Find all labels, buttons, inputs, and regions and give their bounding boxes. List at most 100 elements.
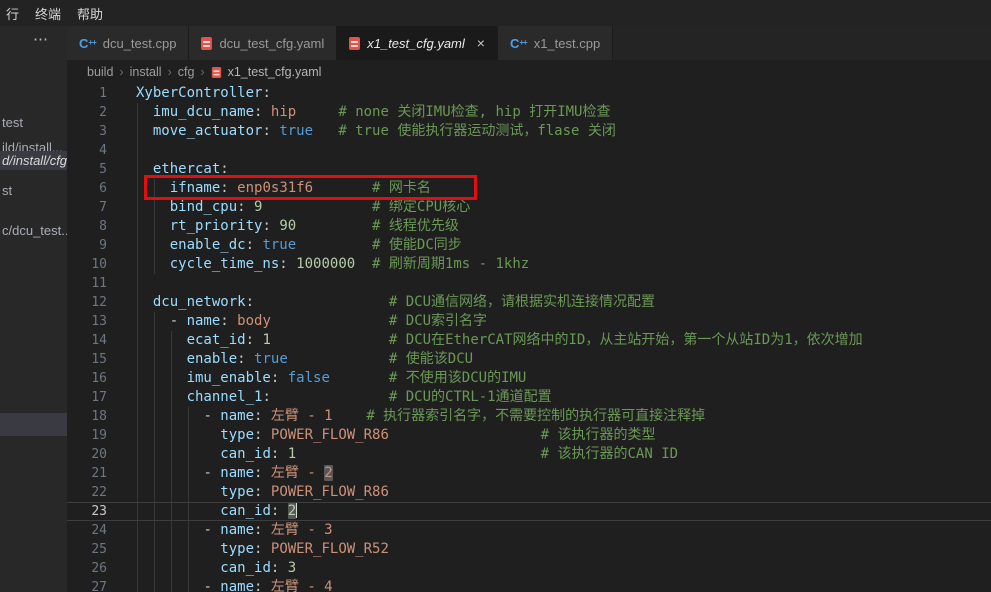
token — [313, 123, 338, 139]
code-line-12[interactable]: 12 dcu_network: # DCU通信网络，请根据实机连接情况配置 — [67, 293, 991, 312]
token — [288, 256, 296, 272]
token: : — [279, 256, 287, 272]
sidebar-item-4[interactable]: c/dcu_test... — [2, 221, 67, 240]
token: can_id — [220, 503, 271, 519]
line-number: 16 — [67, 369, 107, 388]
token: type — [220, 427, 254, 443]
code-line-2[interactable]: 2 imu_dcu_name: hip # none 关闭IMU检查, hip … — [67, 103, 991, 122]
token — [136, 313, 170, 329]
menu-item-1[interactable]: 终端 — [35, 4, 61, 23]
code-line-10[interactable]: 10 cycle_time_ns: 1000000 # 刷新周期1ms - 1k… — [67, 255, 991, 274]
code-line-16[interactable]: 16 imu_enable: false # 不使用该DCU的IMU — [67, 369, 991, 388]
token — [262, 427, 270, 443]
tab-dcu-test-cfg-yaml[interactable]: dcu_test_cfg.yaml — [189, 26, 337, 60]
code-line-4[interactable]: 4 — [67, 141, 991, 160]
token: can_id — [220, 560, 271, 576]
token: rt_priority — [170, 218, 263, 234]
code-line-17[interactable]: 17 channel_1: # DCU的CTRL-1通道配置 — [67, 388, 991, 407]
token: 3 — [288, 560, 296, 576]
token — [333, 408, 367, 424]
token — [136, 389, 187, 405]
code-line-20[interactable]: 20 can_id: 1 # 该执行器的CAN ID — [67, 445, 991, 464]
token: POWER_FLOW_R86 — [271, 484, 389, 500]
code-line-21[interactable]: 21 - name: 左臂 - 2 — [67, 464, 991, 483]
code-line-5[interactable]: 5 ethercat: — [67, 160, 991, 179]
line-number: 18 — [67, 407, 107, 426]
code-line-19[interactable]: 19 type: POWER_FLOW_R86 # 该执行器的类型 — [67, 426, 991, 445]
token: - — [170, 313, 187, 329]
code-line-24[interactable]: 24 - name: 左臂 - 3 — [67, 521, 991, 540]
code-line-27[interactable]: 27 - name: 左臂 - 4 — [67, 578, 991, 592]
token: : — [246, 237, 254, 253]
tab-x1-test-cfg-yaml[interactable]: x1_test_cfg.yaml× — [337, 26, 498, 60]
code-line-26[interactable]: 26 can_id: 3 — [67, 559, 991, 578]
line-number: 6 — [67, 179, 107, 198]
token: 1000000 — [296, 256, 355, 272]
token: can_id — [220, 446, 271, 462]
sidebar-item-0[interactable]: test — [2, 113, 67, 132]
menu-item-0[interactable]: 行 — [6, 4, 19, 23]
token: # none 关闭IMU检查, hip 打开IMU检查 — [338, 104, 610, 120]
line-number: 15 — [67, 350, 107, 369]
code-line-1[interactable]: 1XyberController: — [67, 84, 991, 103]
token — [136, 180, 170, 196]
code-editor[interactable]: 1XyberController:2 imu_dcu_name: hip # n… — [67, 84, 991, 592]
tab-dcu-test-cpp[interactable]: C++dcu_test.cpp — [67, 26, 189, 60]
breadcrumb-item-cfg[interactable]: cfg — [178, 65, 195, 79]
sidebar: ⋯ testild/install...d/install/cfgstc/dcu… — [0, 26, 67, 592]
line-number: 19 — [67, 426, 107, 445]
token — [296, 104, 338, 120]
code-text: can_id: 1 # 该执行器的CAN ID — [107, 445, 678, 464]
breadcrumb-item-build[interactable]: build — [87, 65, 113, 79]
code-line-7[interactable]: 7 bind_cpu: 9 # 绑定CPU核心 — [67, 198, 991, 217]
token — [296, 237, 372, 253]
token: channel_1 — [187, 389, 263, 405]
token: 左臂 - 4 — [271, 579, 333, 592]
token — [296, 446, 540, 462]
token — [136, 408, 203, 424]
token — [136, 560, 220, 576]
token — [330, 370, 389, 386]
token: POWER_FLOW_R86 — [271, 427, 389, 443]
token: move_actuator — [153, 123, 263, 139]
breadcrumb-file[interactable]: x1_test_cfg.yaml — [228, 65, 322, 79]
token: : — [220, 313, 228, 329]
code-line-3[interactable]: 3 move_actuator: true # true 使能执行器运动测试，f… — [67, 122, 991, 141]
token — [313, 180, 372, 196]
token: - — [203, 579, 220, 592]
cpp-file-icon: C++ — [79, 36, 96, 51]
code-text: - name: 左臂 - 1 # 执行器索引名字，不需要控制的执行器可直接注释掉 — [107, 407, 705, 426]
app-shell: ⋯ testild/install...d/install/cfgstc/dcu… — [0, 26, 991, 592]
token — [136, 541, 220, 557]
code-line-18[interactable]: 18 - name: 左臂 - 1 # 执行器索引名字，不需要控制的执行器可直接… — [67, 407, 991, 426]
token: ethercat — [153, 161, 220, 177]
code-line-22[interactable]: 22 type: POWER_FLOW_R86 — [67, 483, 991, 502]
code-line-9[interactable]: 9 enable_dc: true # 使能DC同步 — [67, 236, 991, 255]
code-line-14[interactable]: 14 ecat_id: 1 # DCU在EtherCAT网络中的ID，从主站开始… — [67, 331, 991, 350]
code-line-23[interactable]: 23 can_id: 2 — [67, 502, 991, 521]
breadcrumb-item-install[interactable]: install — [130, 65, 162, 79]
sidebar-item-3[interactable]: st — [2, 181, 67, 200]
code-line-11[interactable]: 11 — [67, 274, 991, 293]
token: : — [237, 199, 245, 215]
code-line-25[interactable]: 25 type: POWER_FLOW_R52 — [67, 540, 991, 559]
token: enable — [187, 351, 238, 367]
code-line-8[interactable]: 8 rt_priority: 90 # 线程优先级 — [67, 217, 991, 236]
sidebar-item-2[interactable]: d/install/cfg — [0, 151, 67, 170]
tab-label: x1_test.cpp — [534, 36, 601, 51]
menu-item-2[interactable]: 帮助 — [77, 4, 103, 23]
sidebar-selection-empty[interactable] — [0, 413, 67, 436]
breadcrumb: build›install›cfg›x1_test_cfg.yaml — [67, 60, 991, 84]
token: enp0s31f6 — [237, 180, 313, 196]
close-icon[interactable]: × — [477, 35, 485, 51]
code-line-13[interactable]: 13 - name: body # DCU索引名字 — [67, 312, 991, 331]
token: - — [203, 465, 220, 481]
code-line-15[interactable]: 15 enable: true # 使能该DCU — [67, 350, 991, 369]
code-line-6[interactable]: 6 ifname: enp0s31f6 # 网卡名 — [67, 179, 991, 198]
line-number: 21 — [67, 464, 107, 483]
more-actions-icon[interactable]: ⋯ — [33, 30, 48, 48]
text-cursor — [296, 503, 297, 518]
tab-x1-test-cpp[interactable]: C++x1_test.cpp — [498, 26, 613, 60]
line-number: 23 — [67, 502, 107, 521]
tab-label: dcu_test_cfg.yaml — [219, 36, 324, 51]
